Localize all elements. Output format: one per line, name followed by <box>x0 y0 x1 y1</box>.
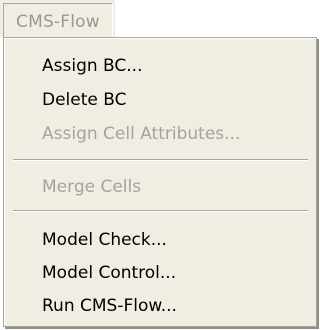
menu-item-label: Merge Cells <box>42 177 142 197</box>
dropdown-menu-bevel: Assign BC... Delete BC Assign Cell Attri… <box>4 38 316 326</box>
menu-item-label: Assign BC... <box>42 56 143 76</box>
menu-item-assign-cell-attributes: Assign Cell Attributes... <box>5 119 316 149</box>
menu-item-label: Model Check... <box>42 230 167 250</box>
menu-item-run-cms-flow[interactable]: Run CMS-Flow... <box>5 291 316 321</box>
menu-item-label: Delete BC <box>42 90 127 110</box>
menu-item-assign-bc[interactable]: Assign BC... <box>5 51 316 81</box>
menubar-item-label: CMS-Flow <box>16 12 100 32</box>
menu-item-label: Assign Cell Attributes... <box>42 124 241 144</box>
menu-item-label: Run CMS-Flow... <box>42 296 177 316</box>
menu-item-merge-cells: Merge Cells <box>5 172 316 202</box>
menubar-item-bevel: CMS-Flow <box>3 3 113 37</box>
menu-item-delete-bc[interactable]: Delete BC <box>5 85 316 115</box>
menu-separator <box>13 210 308 212</box>
screenshot-stage: CMS-Flow Assign BC... Delete BC Assign C… <box>0 0 320 330</box>
menu-separator <box>13 159 308 161</box>
menu-item-label: Model Control... <box>42 263 177 283</box>
cms-flow-dropdown-menu: Assign BC... Delete BC Assign Cell Attri… <box>3 37 317 327</box>
menu-item-model-control[interactable]: Model Control... <box>5 258 316 288</box>
menubar-item-cms-flow[interactable]: CMS-Flow <box>0 0 117 37</box>
menu-item-model-check[interactable]: Model Check... <box>5 225 316 255</box>
